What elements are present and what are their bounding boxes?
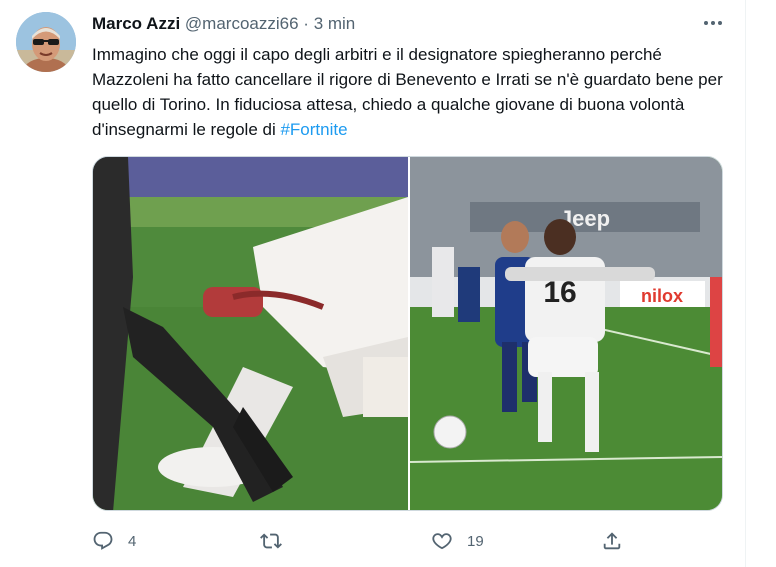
tweet-text-body: Immagino che oggi il capo degli arbitri … [92,45,723,139]
media-image-right[interactable]: Jeep nilox 16 [409,157,722,510]
tweet-text: Immagino che oggi il capo degli arbitri … [92,42,732,142]
more-button[interactable] [700,14,726,32]
author-name[interactable]: Marco Azzi [92,14,180,33]
media-image-left[interactable] [93,157,408,510]
more-icon [704,21,722,25]
reply-button[interactable]: 4 [92,524,136,558]
tweet-actions: 4 19 [92,524,652,558]
retweet-button[interactable] [260,524,296,558]
reply-icon [93,531,113,550]
share-button[interactable] [601,524,623,558]
hashtag-link[interactable]: #Fortnite [280,120,347,139]
retweet-icon [260,533,282,549]
advertising-board-text: nilox [641,286,683,306]
author-handle[interactable]: @marcoazzi66 [185,14,299,33]
like-button[interactable]: 19 [431,524,484,558]
share-icon [603,532,621,550]
column-divider [745,0,746,567]
tweet-time[interactable]: 3 min [314,14,356,33]
like-icon [432,533,452,550]
like-count: 19 [467,532,484,550]
tweet-media[interactable]: Jeep nilox 16 [92,156,723,511]
avatar[interactable] [16,12,76,72]
tweet-header: Marco Azzi @marcoazzi66 · 3 min [92,13,355,35]
meta-separator: · [303,14,309,33]
reply-count: 4 [128,532,137,550]
